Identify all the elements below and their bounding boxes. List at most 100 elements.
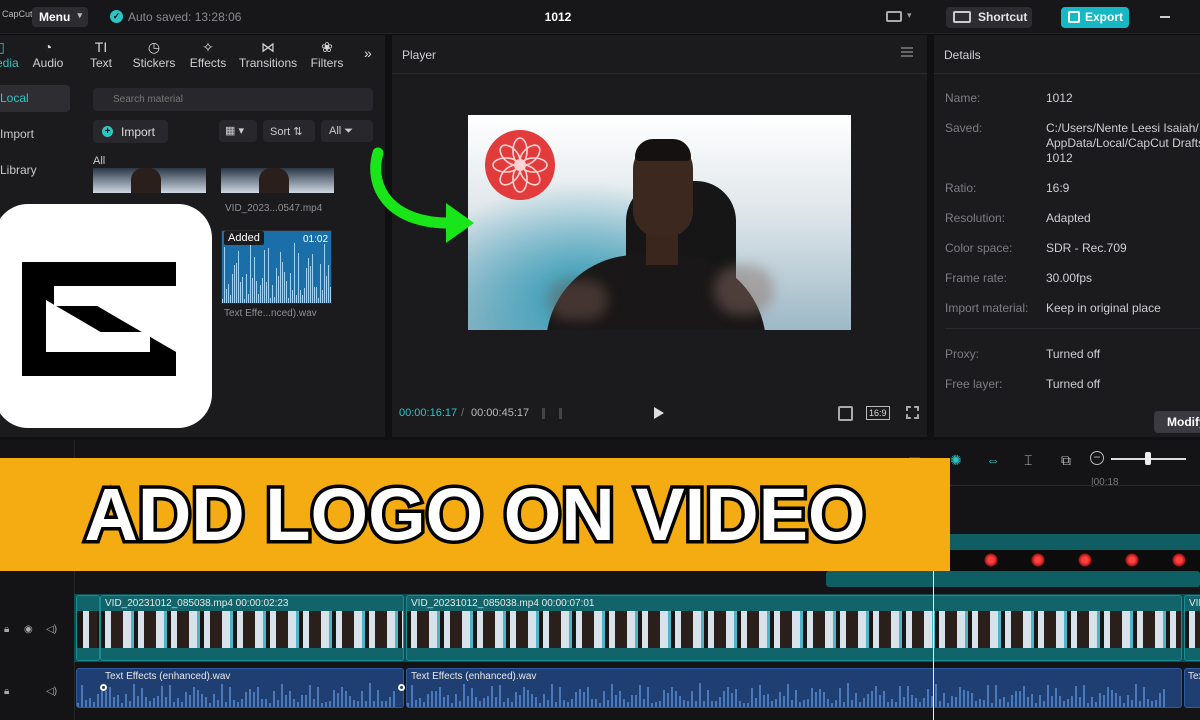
sort-button[interactable]: Sort ⇅ — [263, 120, 315, 142]
zoom-slider-handle[interactable] — [1145, 452, 1151, 465]
audio-clip[interactable]: Tex — [1184, 668, 1200, 708]
time-ruler[interactable] — [950, 485, 1200, 486]
waveform-bar — [304, 288, 305, 303]
overlay-track[interactable] — [948, 534, 1200, 550]
side-item-import[interactable]: Import — [0, 121, 70, 148]
shortcut-label: Shortcut — [978, 10, 1028, 24]
minimize-icon[interactable] — [1160, 16, 1170, 18]
eye-icon[interactable]: ◉ — [24, 624, 33, 635]
menu-icon[interactable] — [901, 47, 913, 57]
side-item-local[interactable]: Local — [0, 85, 70, 112]
waveform-bar — [919, 702, 921, 707]
waveform-bar — [663, 690, 665, 707]
waveform-bar — [515, 692, 517, 707]
media-thumb-video[interactable] — [221, 168, 334, 193]
video-clip[interactable] — [76, 595, 100, 661]
menu-label: Menu — [39, 10, 71, 24]
audio-clip[interactable]: Text Effects (enhanced).wav — [406, 668, 1182, 708]
import-button[interactable]: + Import — [93, 120, 168, 143]
more-tabs-icon[interactable]: » — [364, 45, 372, 61]
play-icon[interactable] — [654, 407, 664, 419]
waveform-bar — [771, 701, 773, 707]
waveform-bar — [823, 692, 825, 707]
shortcut-button[interactable]: Shortcut — [946, 7, 1032, 28]
chevron-down-icon: ▾ — [77, 10, 82, 20]
clip-frames — [1185, 611, 1200, 648]
current-time: 00:00:16:17 — [399, 407, 458, 419]
link-icon[interactable]: ⇔ — [986, 452, 1000, 468]
filter-button[interactable]: All ⏷ — [321, 120, 373, 142]
video-clip[interactable]: VID_20231012_085038.mp4 00:00:02:23 — [100, 595, 404, 661]
tab-effects[interactable]: ✧ Effects — [188, 38, 228, 70]
waveform-bar — [268, 248, 269, 303]
waveform-bar — [1035, 703, 1037, 707]
tab-transitions[interactable]: ⋈ Transitions — [238, 38, 298, 70]
ratio-button[interactable]: 16:9 — [866, 406, 890, 420]
overlay-clip[interactable] — [826, 571, 1200, 587]
waveform-bar — [967, 691, 969, 707]
waveform-bar — [298, 253, 299, 303]
waveform-bar — [507, 698, 509, 707]
zoom-out-icon[interactable]: − — [1090, 451, 1104, 465]
waveform-bar — [799, 702, 801, 707]
view-mode-button[interactable]: ▦ ▾ — [219, 120, 257, 142]
waveform-bar — [369, 683, 371, 707]
menu-button[interactable]: Menu ▾ — [32, 7, 88, 27]
waveform-bar — [248, 294, 249, 303]
waveform-bar — [743, 703, 745, 707]
tab-media[interactable]: ▯ Media — [0, 38, 19, 70]
waveform-bar — [282, 262, 283, 303]
tab-audio[interactable]: ◔ Audio — [30, 38, 66, 70]
lock-icon[interactable]: 🔒︎ — [4, 624, 9, 635]
modify-button[interactable]: Modify — [1154, 411, 1200, 433]
timeline-toggle-icon[interactable] — [542, 408, 562, 419]
audio-clip[interactable]: Text Effects (enhanced).wav — [76, 668, 404, 708]
media-thumb-video[interactable] — [93, 168, 206, 193]
flower-logo-icon — [1172, 553, 1186, 567]
waveform-bar — [443, 697, 445, 707]
waveform-bar — [499, 685, 501, 707]
preview-axis-icon[interactable]: ⧉ — [1061, 452, 1071, 469]
waveform-bar — [991, 703, 993, 707]
waveform-bar — [547, 700, 549, 707]
split-icon[interactable]: ⌶ — [1024, 452, 1032, 469]
waveform-bar — [1135, 684, 1137, 707]
export-button[interactable]: Export — [1061, 7, 1129, 28]
waveform-bar — [326, 276, 327, 303]
side-item-library[interactable]: Library — [0, 157, 70, 184]
volume-icon[interactable]: ◁) — [46, 686, 57, 697]
waveform-bar — [1071, 696, 1073, 707]
waveform-bar — [161, 686, 163, 707]
lock-icon[interactable]: 🔒︎ — [4, 686, 9, 697]
waveform-bar — [1151, 701, 1153, 707]
chevron-down-icon[interactable]: ▾ — [907, 10, 912, 21]
video-clip[interactable]: VID — [1184, 595, 1200, 661]
waveform-bar — [293, 699, 295, 707]
detail-value: 16:9 — [1046, 181, 1070, 195]
search-input[interactable]: Search material — [93, 88, 373, 111]
waveform-bar — [943, 693, 945, 707]
keyframe-marker[interactable] — [100, 684, 107, 691]
playhead[interactable] — [933, 570, 934, 720]
top-bar: CapCut Menu ▾ ✓ Auto saved: 13:28:06 101… — [0, 0, 1200, 34]
capcut-logo — [0, 204, 212, 428]
waveform-bar — [294, 243, 295, 303]
fit-screen-icon[interactable] — [838, 406, 853, 421]
fullscreen-icon[interactable] — [906, 406, 919, 419]
video-clip[interactable]: VID_20231012_085038.mp4 00:00:07:01 — [406, 595, 1182, 661]
waveform-bar — [306, 268, 307, 303]
tab-filters[interactable]: ❀ Filters — [308, 38, 346, 70]
overlay-clip-logo[interactable] — [948, 550, 1200, 572]
keyframe-marker[interactable] — [398, 684, 405, 691]
waveform-bar — [459, 701, 461, 707]
waveform-bar — [603, 691, 605, 707]
video-preview[interactable] — [468, 115, 851, 330]
tab-text[interactable]: TI Text — [86, 38, 116, 70]
auto-snap-icon[interactable]: ✺ — [950, 452, 962, 469]
volume-icon[interactable]: ◁) — [46, 624, 57, 635]
layout-icon[interactable] — [886, 11, 902, 22]
app-name: CapCut — [2, 9, 33, 19]
waveform-bar — [539, 703, 541, 707]
tab-stickers[interactable]: ◷ Stickers — [131, 38, 177, 70]
waveform-bar — [365, 701, 367, 707]
